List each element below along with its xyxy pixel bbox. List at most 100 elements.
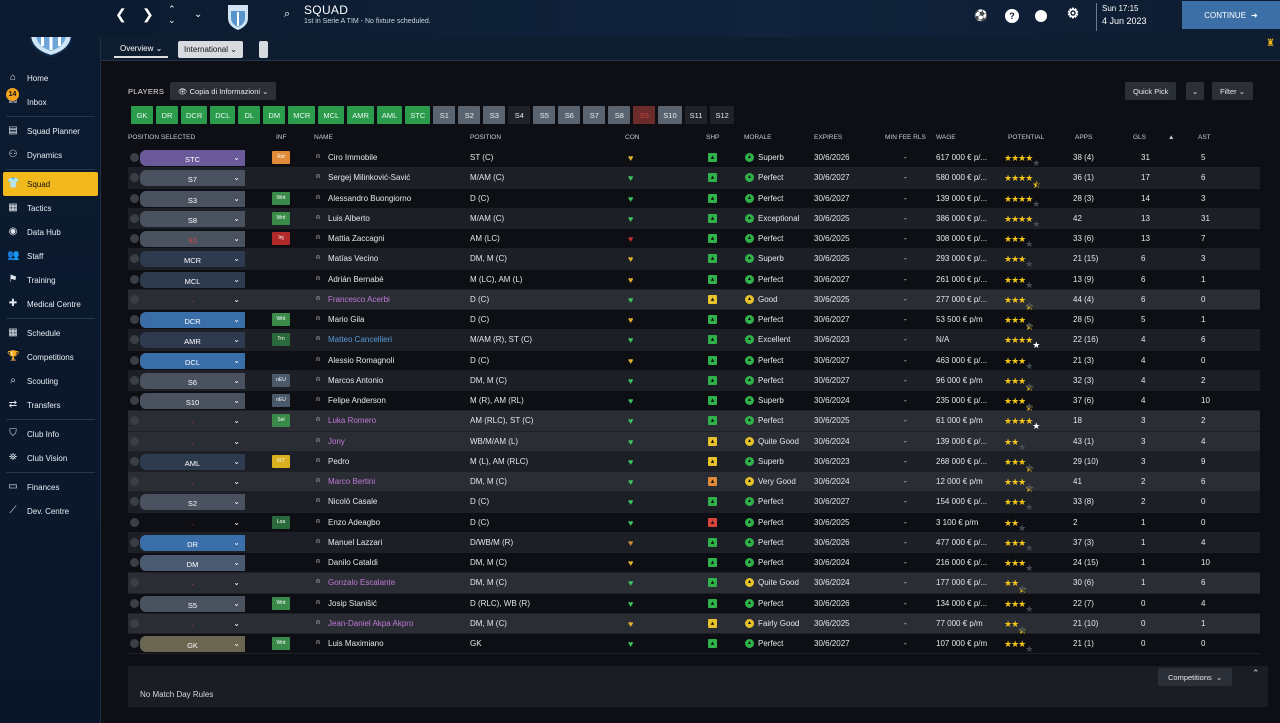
history-dropdown-icon[interactable]: ⌄ [194,9,202,20]
player-name[interactable]: Jony [328,437,345,446]
position-selected-dropdown[interactable]: S1 ⌄ [140,231,245,247]
club-badge-icon[interactable] [226,3,250,31]
position-selected-dropdown[interactable]: - ⌄ [140,575,245,591]
position-button[interactable]: S10 [658,106,682,124]
col-position-selected[interactable]: POSITION SELECTED [128,134,195,141]
position-selected-dropdown[interactable]: DM ⌄ [140,555,245,571]
player-name[interactable]: Mario Gila [328,315,364,324]
row-select-checkbox[interactable] [130,315,139,324]
table-row[interactable]: DCR ⌄ Wnt ⍝ Mario Gila D (C) ♥ ▴ ▴ Perfect 30/6/20… [128,310,1260,332]
table-row[interactable]: - ⌄ Sel ⍝ Luka Romero AM (RLC), ST (C) ♥ ▴ ▴ Perf… [128,411,1260,432]
position-selected-dropdown[interactable]: MCR ⌄ [140,251,245,268]
position-button[interactable]: AML [376,106,403,124]
notification-icon[interactable]: ♜ [1266,38,1278,52]
col-ast[interactable]: AST [1198,134,1211,141]
player-name[interactable]: Luis Alberto [328,214,370,223]
position-button[interactable]: S7 [583,106,606,124]
table-row[interactable]: GK ⌄ Wnt ⍝ Luis Maximiano GK ♥ ▴ ▴ Perfect 30/6/20… [128,634,1260,655]
sidebar-item-squad-planner[interactable]: ▤ Squad Planner [0,119,101,143]
sidebar-item-inbox[interactable]: ✉ 14 Inbox [0,88,101,114]
position-button[interactable]: S12 [710,106,734,124]
position-selected-dropdown[interactable]: GK ⌄ [140,636,245,652]
player-name[interactable]: Matías Vecino [328,254,378,263]
position-button[interactable]: S4 [508,106,531,124]
position-button[interactable]: S1 [433,106,456,124]
player-name[interactable]: Manuel Lazzari [328,538,382,547]
info-badge[interactable]: Rst [272,151,290,164]
position-selected-dropdown[interactable]: - ⌄ [140,292,245,308]
position-selected-dropdown[interactable]: AMR ⌄ [140,332,245,349]
quick-pick-dropdown[interactable]: ⌄ [1186,82,1205,100]
position-selected-dropdown[interactable]: - ⌄ [140,413,245,429]
row-select-checkbox[interactable] [130,153,139,162]
position-selected-dropdown[interactable]: - ⌄ [140,474,245,490]
row-select-checkbox[interactable] [130,375,139,385]
info-badge[interactable]: nEU [272,373,290,387]
player-name[interactable]: Gonzalo Escalante [328,578,395,587]
search-icon[interactable]: ⌕ [284,8,290,21]
table-row[interactable]: - ⌄ ⍝ Jean-Daniel Akpa Akpro DM, M (C) ♥ ▴ ▴ Fai… [128,613,1260,636]
col-con[interactable]: CON [625,134,639,141]
player-name[interactable]: Alessandro Buongiorno [328,194,411,203]
position-selected-dropdown[interactable]: DR ⌄ [140,534,245,551]
table-row[interactable]: AMR ⌄ Trn ⍝ Matteo Cancellieri M/AM (R), ST (… [128,330,1260,351]
col-potential[interactable]: POTENTIAL [1008,134,1044,141]
row-select-checkbox[interactable] [130,355,139,365]
info-badge[interactable]: Sel [272,414,290,428]
sidebar-item-medical-centre[interactable]: ✚ Medical Centre [0,292,101,316]
player-name[interactable]: Luka Romero [328,416,376,425]
position-selected-dropdown[interactable]: S7 ⌄ [140,170,245,187]
sort-icon[interactable]: ▲ [1168,134,1174,141]
competitions-button[interactable]: Competitions ⌄ [1158,668,1233,686]
info-badge[interactable]: Inj [272,232,290,245]
table-row[interactable]: STC ⌄ Rst ⍝ Ciro Immobile ST (C) ♥ ▴ ▴ Superb 30/6… [128,148,1260,169]
row-select-checkbox[interactable] [130,456,139,466]
col-min-fee[interactable]: MIN FEE RLS [885,134,926,141]
position-button[interactable]: STC [405,106,431,124]
sidebar-item-dynamics[interactable]: ⚇ Dynamics [0,143,101,167]
player-name[interactable]: Nicolò Casale [328,497,377,506]
sidebar-item-scouting[interactable]: ⌕ Scouting [0,369,101,393]
row-select-checkbox[interactable] [130,639,139,648]
player-name[interactable]: Francesco Acerbi [328,295,390,304]
help-icon[interactable]: ? [1005,9,1019,23]
player-name[interactable]: Jean-Daniel Akpa Akpro [328,619,413,628]
table-row[interactable]: S7 ⌄ ⍝ Sergej Milinković-Savić M/AM (C) ♥ ▴ ▴ Pe… [128,168,1260,190]
row-select-checkbox[interactable] [130,335,139,345]
sidebar-item-schedule[interactable]: ▦ Schedule [0,321,101,345]
row-select-checkbox[interactable] [130,618,139,628]
position-selected-dropdown[interactable]: S10 ⌄ [140,393,245,409]
table-row[interactable]: - ⌄ ⍝ Gonzalo Escalante DM, M (C) ♥ ▴ ▴ Quite Go… [128,573,1260,595]
row-select-checkbox[interactable] [130,254,139,264]
position-button[interactable]: DL [238,106,261,124]
info-badge[interactable]: FIT [272,454,290,468]
table-row[interactable]: S5 ⌄ Wnt ⍝ Josip Stanišić D (RLC), WB (R) ♥ ▴ ▴ P… [128,594,1260,614]
info-badge[interactable]: Wnt [272,191,290,205]
table-row[interactable]: DR ⌄ ⍝ Manuel Lazzari D/WB/M (R) ♥ ▴ ▴ Perfect 30… [128,532,1260,553]
sidebar-item-club-vision[interactable]: ⛯ Club Vision [0,446,101,470]
position-selected-dropdown[interactable]: S8 ⌄ [140,210,245,227]
view-selector[interactable]: 👁 Copia di Informazioni ⌄ [170,82,277,100]
back-icon[interactable]: ❮ [115,6,127,23]
position-button[interactable]: DCL [210,106,236,124]
position-button[interactable]: S6 [558,106,581,124]
col-shp[interactable]: SHP [706,134,719,141]
col-gls[interactable]: GLS [1133,134,1146,141]
player-name[interactable]: Pedro [328,457,349,466]
table-row[interactable]: S10 ⌄ nEU ⍝ Felipe Anderson M (R), AM (RL) ♥ ▴ ▴… [128,391,1260,413]
info-badge[interactable]: Wnt [272,596,290,610]
position-selected-dropdown[interactable]: S5 ⌄ [140,595,245,612]
position-selected-dropdown[interactable]: S6 ⌄ [140,372,245,389]
row-select-checkbox[interactable] [130,396,139,405]
row-select-checkbox[interactable] [130,517,139,527]
sidebar-item-data-hub[interactable]: ◉ Data Hub [0,220,101,244]
status-dot-icon[interactable] [1035,10,1047,22]
position-selected-dropdown[interactable]: S2 ⌄ [140,494,245,511]
collapse-icon[interactable]: ⌃ [1252,668,1260,679]
position-selected-dropdown[interactable]: STC ⌄ [140,150,245,166]
row-select-checkbox[interactable] [130,294,139,304]
row-select-checkbox[interactable] [130,598,139,608]
position-button[interactable]: DR [156,106,178,124]
player-name[interactable]: Mattia Zaccagni [328,234,384,243]
sidebar-item-home[interactable]: ⌂ Home [0,66,101,90]
